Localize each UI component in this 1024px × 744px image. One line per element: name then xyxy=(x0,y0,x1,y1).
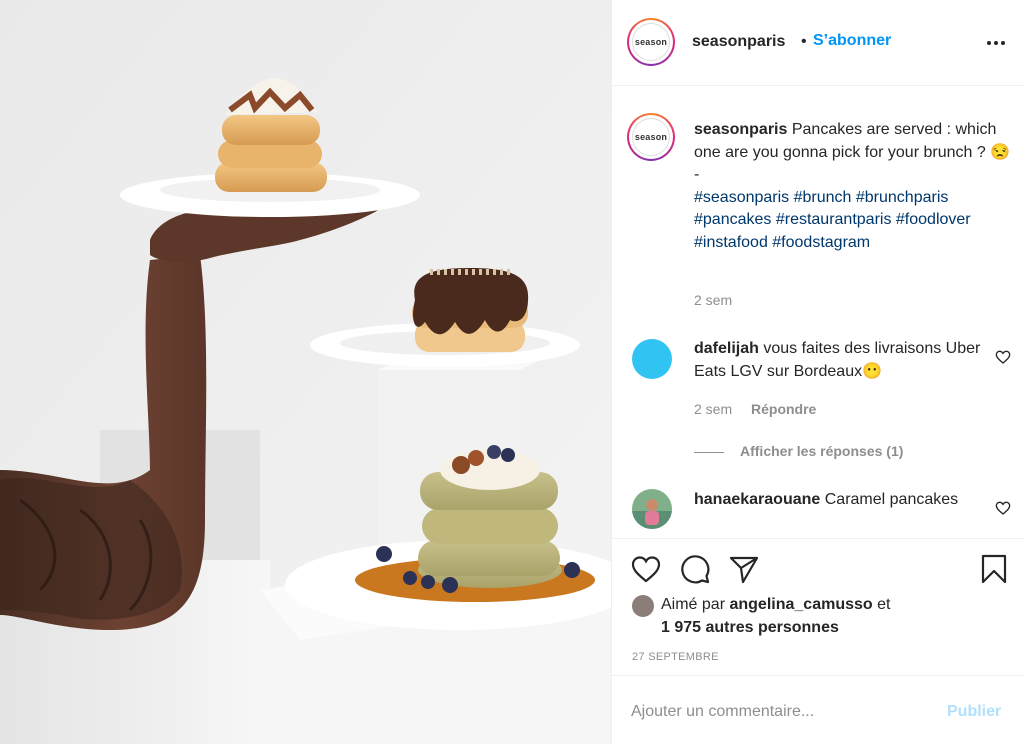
caption-author-avatar[interactable]: season xyxy=(627,113,675,161)
post-photo[interactable] xyxy=(0,0,611,744)
post-date[interactable]: 27 SEPTEMBRE xyxy=(632,651,719,663)
comment-like-heart-icon[interactable] xyxy=(995,349,1011,365)
pancakes-photo-illustration xyxy=(0,0,611,744)
caption-age[interactable]: 2 sem xyxy=(694,292,732,308)
comment-input[interactable]: Ajouter un commentaire... xyxy=(631,703,814,721)
caption-username[interactable]: seasonparis xyxy=(694,121,787,138)
comment-text: Caramel pancakes xyxy=(824,491,959,508)
avatar-photo xyxy=(632,489,672,529)
liker-username[interactable]: angelina_camusso xyxy=(729,596,872,613)
comment-item: hanaekaraouane Caramel pancakes xyxy=(694,489,984,512)
post-actions: Aimé par angelina_camusso et 1 975 autre… xyxy=(612,538,1024,675)
paper-plane-icon[interactable] xyxy=(728,553,760,585)
bookmark-icon[interactable] xyxy=(978,553,1010,585)
post-caption: seasonparis Pancakes are served : which … xyxy=(694,119,1012,254)
publish-button[interactable]: Publier xyxy=(947,703,1001,721)
commenter-avatar[interactable] xyxy=(632,339,672,379)
more-horizontal-icon[interactable] xyxy=(984,33,1008,53)
likes-summary: Aimé par angelina_camusso et xyxy=(661,596,891,613)
author-username[interactable]: seasonparis xyxy=(692,33,785,51)
comment-icon[interactable] xyxy=(679,553,711,585)
comment-username[interactable]: hanaekaraouane xyxy=(694,491,820,508)
caption-hashtags[interactable]: #seasonparis #brunch #brunchparis #panca… xyxy=(694,189,971,251)
commenter-avatar[interactable] xyxy=(632,489,672,529)
instagram-post-modal: season seasonparis • S’abonner season se… xyxy=(0,0,1024,744)
follow-button[interactable]: S’abonner xyxy=(813,32,891,50)
add-comment-bar: Ajouter un commentaire... Publier xyxy=(612,675,1024,744)
post-side-panel: season seasonparis • S’abonner season se… xyxy=(611,0,1024,744)
comment-username[interactable]: dafelijah xyxy=(694,340,759,357)
caption-dash: - xyxy=(694,166,700,183)
header-separator: • xyxy=(801,33,807,50)
author-avatar[interactable]: season xyxy=(627,18,675,66)
post-header: season seasonparis • S’abonner xyxy=(612,0,1024,86)
comment-like-heart-icon[interactable] xyxy=(995,500,1011,516)
view-replies-button[interactable]: Afficher les réponses (1) xyxy=(694,443,994,459)
likes-others-link[interactable]: 1 975 autres personnes xyxy=(661,619,839,637)
replies-divider xyxy=(694,451,724,453)
heart-icon[interactable] xyxy=(630,553,662,585)
comment-item: dafelijah vous faites des livraisons Ube… xyxy=(694,338,984,383)
comment-age[interactable]: 2 sem xyxy=(694,401,732,417)
reply-button[interactable]: Répondre xyxy=(751,401,816,417)
comments-list[interactable]: season seasonparis Pancakes are served :… xyxy=(612,86,1024,538)
season-logo: season xyxy=(632,118,670,156)
season-logo: season xyxy=(632,23,670,61)
